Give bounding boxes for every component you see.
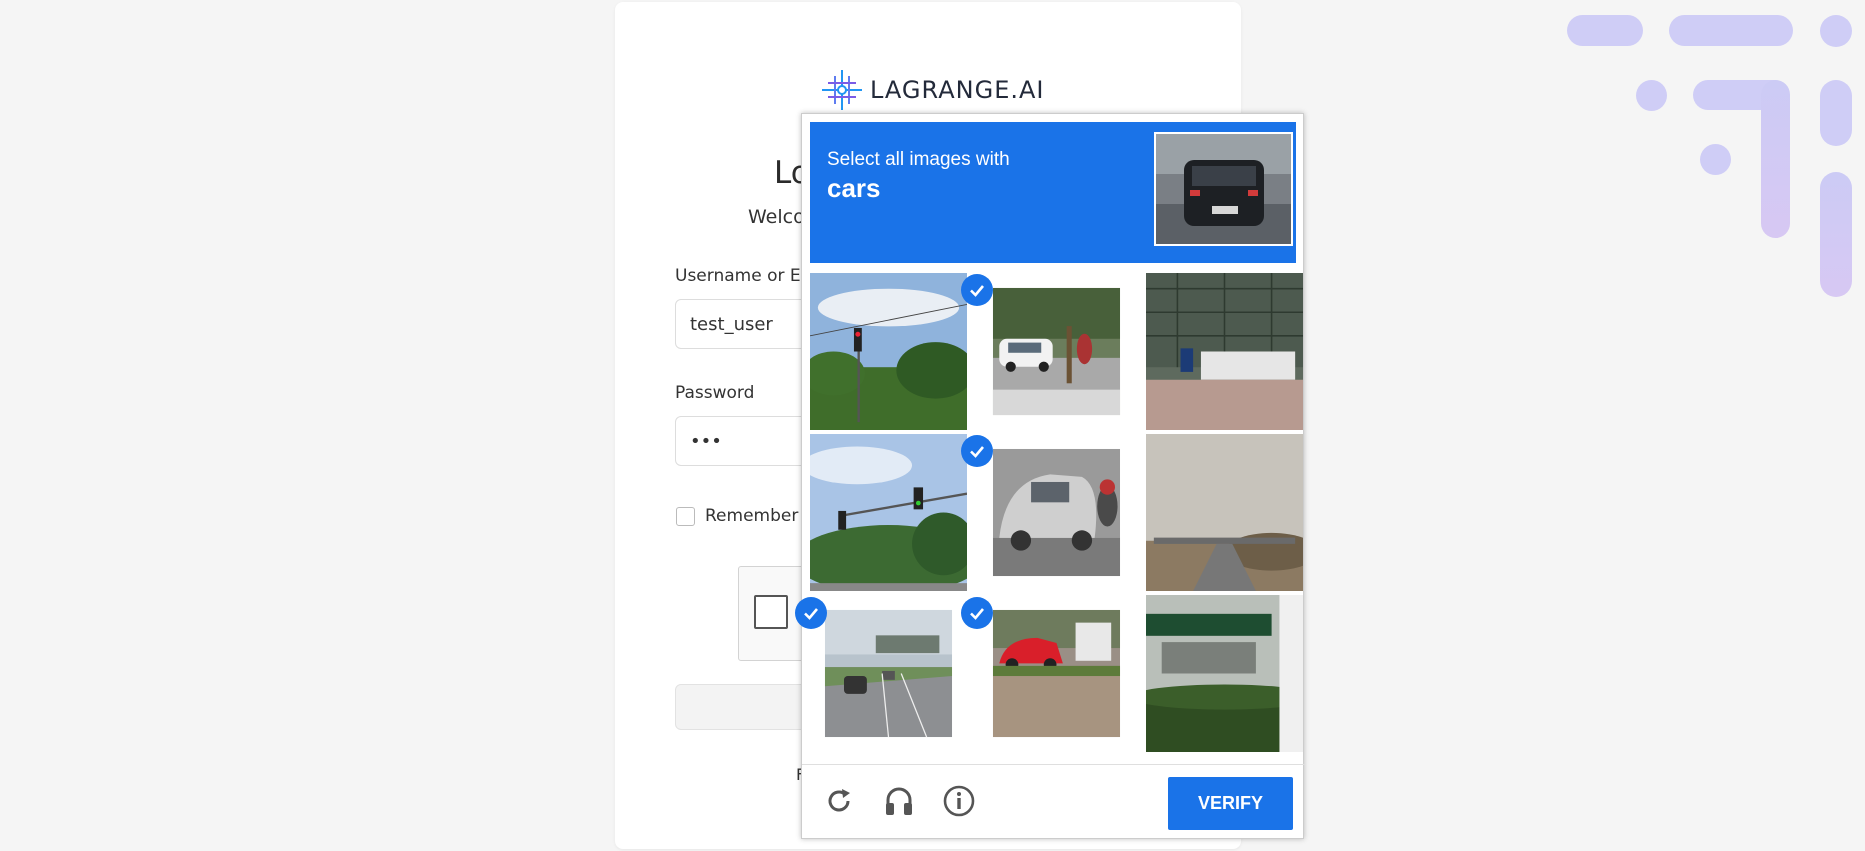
info-icon[interactable] [940,782,978,820]
sample-image [1154,132,1293,246]
decor-dot [1700,144,1731,175]
username-label: Username or Em [675,266,818,286]
lagrange-logo-icon [822,70,862,110]
decor-pill [1669,15,1793,46]
captcha-tile-5[interactable] [992,448,1121,577]
selected-check-icon [961,597,993,629]
selected-check-icon [961,435,993,467]
captcha-tile-2[interactable] [992,287,1121,416]
captcha-tile-4[interactable] [810,434,967,591]
recaptcha-checkbox[interactable] [754,595,788,629]
selected-check-icon [961,274,993,306]
page-subtitle: Welco [748,206,805,228]
verify-button[interactable]: VERIFY [1168,777,1293,830]
captcha-tile-8[interactable] [992,609,1121,738]
footer-divider [802,764,1305,765]
captcha-tile-1[interactable] [810,273,967,430]
captcha-challenge-popup: Select all images with cars VERIFY [795,113,1305,839]
brand-logo: LAGRANGE.AI [820,68,1044,112]
selected-check-icon [795,597,827,629]
reload-icon[interactable] [820,782,858,820]
captcha-tile-9[interactable] [1146,595,1303,752]
audio-icon[interactable] [880,782,918,820]
captcha-header: Select all images with cars [810,122,1296,263]
captcha-tile-6[interactable] [1146,434,1303,591]
captcha-prompt: Select all images with [827,149,1010,170]
decor-dot [1820,15,1852,47]
decor-bar [1761,80,1790,238]
password-label: Password [675,383,755,403]
brand-name: LAGRANGE.AI [870,76,1045,104]
decor-pill [1567,15,1643,46]
captcha-tile-3[interactable] [1146,273,1303,430]
remember-checkbox[interactable] [676,507,695,526]
captcha-target: cars [827,173,881,203]
decor-bar [1820,172,1852,297]
captcha-tile-7[interactable] [824,609,953,738]
decor-bar [1820,80,1852,146]
decor-dot [1636,80,1667,111]
